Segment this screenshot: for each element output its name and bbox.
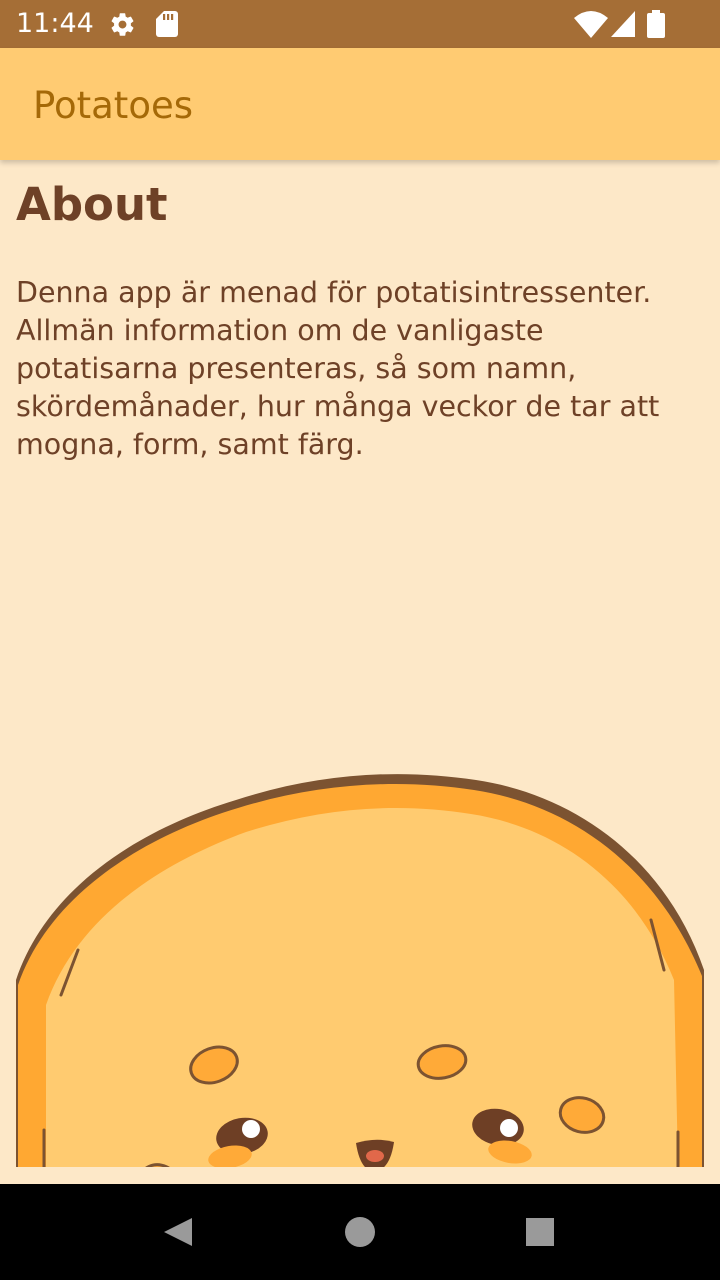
about-text: Denna app är menad för potatisintressent… xyxy=(16,276,660,461)
status-bar: 11:44 xyxy=(0,0,720,48)
potato-illustration xyxy=(16,774,704,1167)
cell-signal-icon xyxy=(611,11,635,37)
about-heading: About xyxy=(16,178,168,231)
about-page[interactable]: About Denna app är menad för potatisintr… xyxy=(0,160,720,1184)
gear-icon xyxy=(111,13,134,36)
app-bar: Potatoes xyxy=(0,48,720,160)
back-icon[interactable] xyxy=(162,1216,194,1248)
sd-card-icon xyxy=(156,11,178,37)
home-icon[interactable] xyxy=(344,1216,376,1248)
wifi-icon xyxy=(574,11,608,38)
recents-icon[interactable] xyxy=(524,1216,556,1248)
status-time: 11:44 xyxy=(16,8,94,39)
app-title: Potatoes xyxy=(33,84,193,127)
battery-icon xyxy=(647,10,665,38)
navigation-bar xyxy=(0,1184,720,1280)
